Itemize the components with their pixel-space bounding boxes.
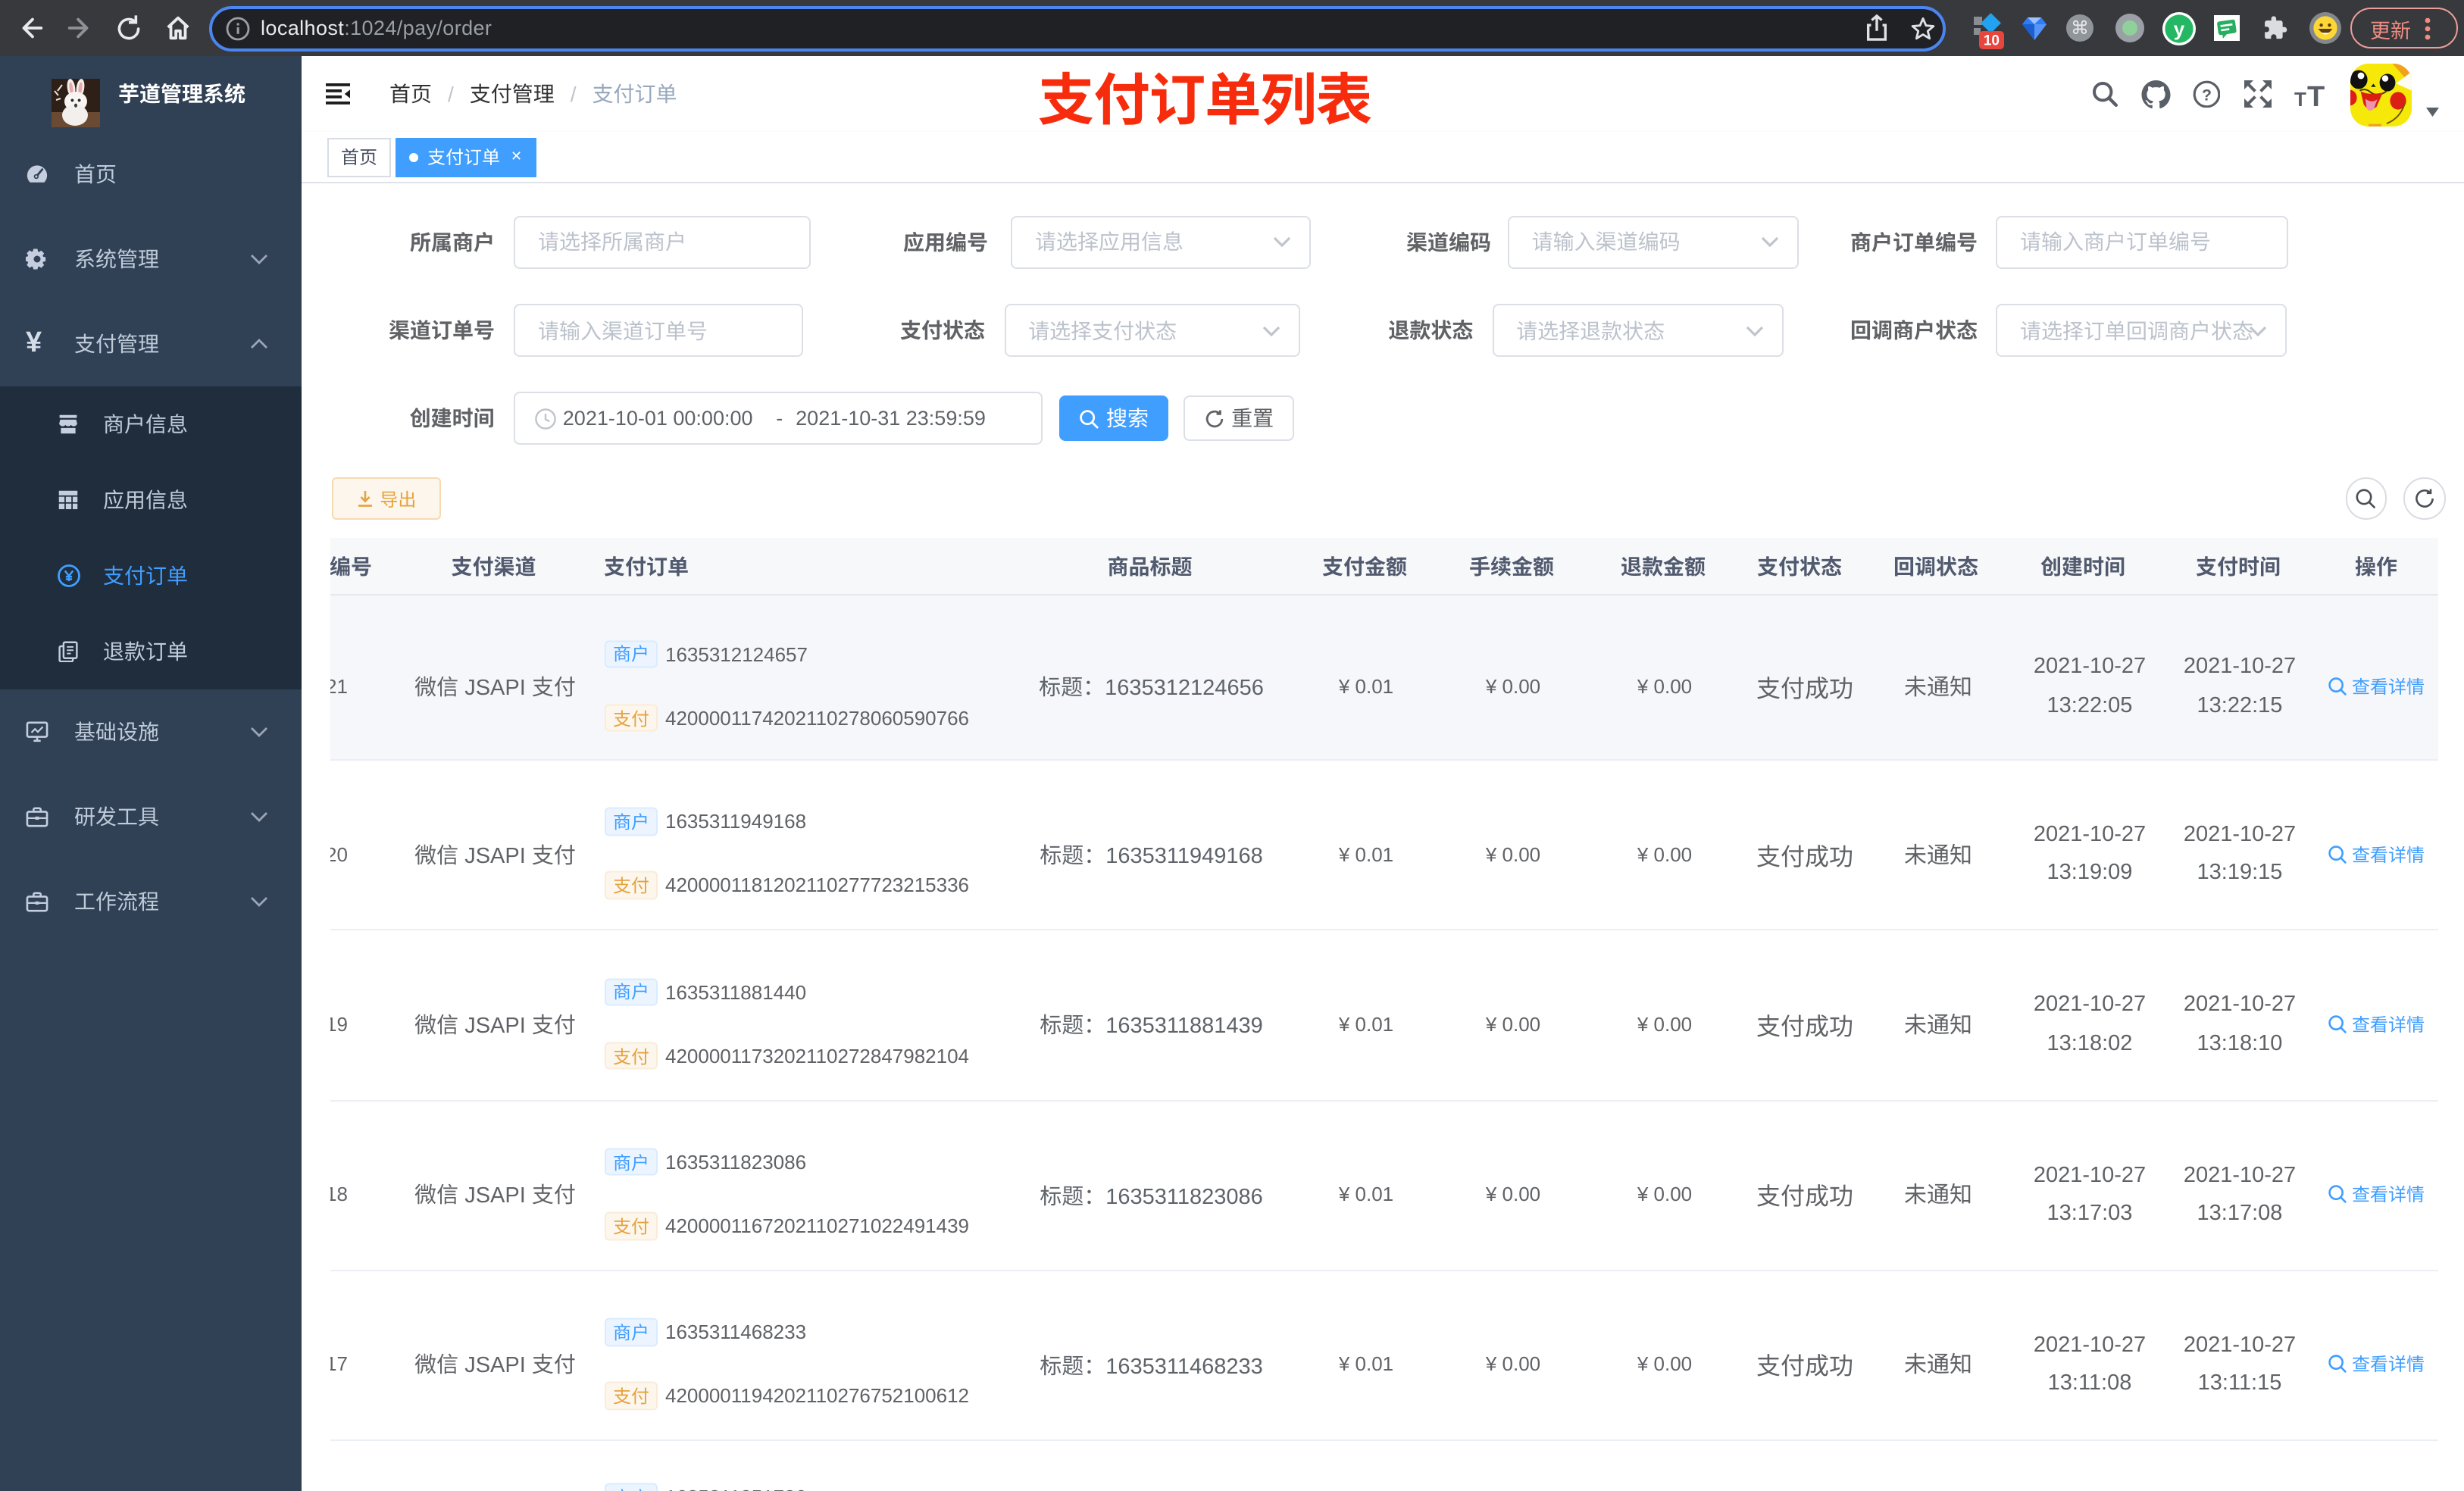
svg-text:T: T [2307,81,2325,107]
svg-text:y: y [2174,17,2185,39]
svg-text:10: 10 [1984,33,2000,48]
svg-text:T: T [2294,87,2306,107]
svg-text:⌘: ⌘ [2070,18,2088,39]
svg-text:?: ? [2201,86,2211,104]
